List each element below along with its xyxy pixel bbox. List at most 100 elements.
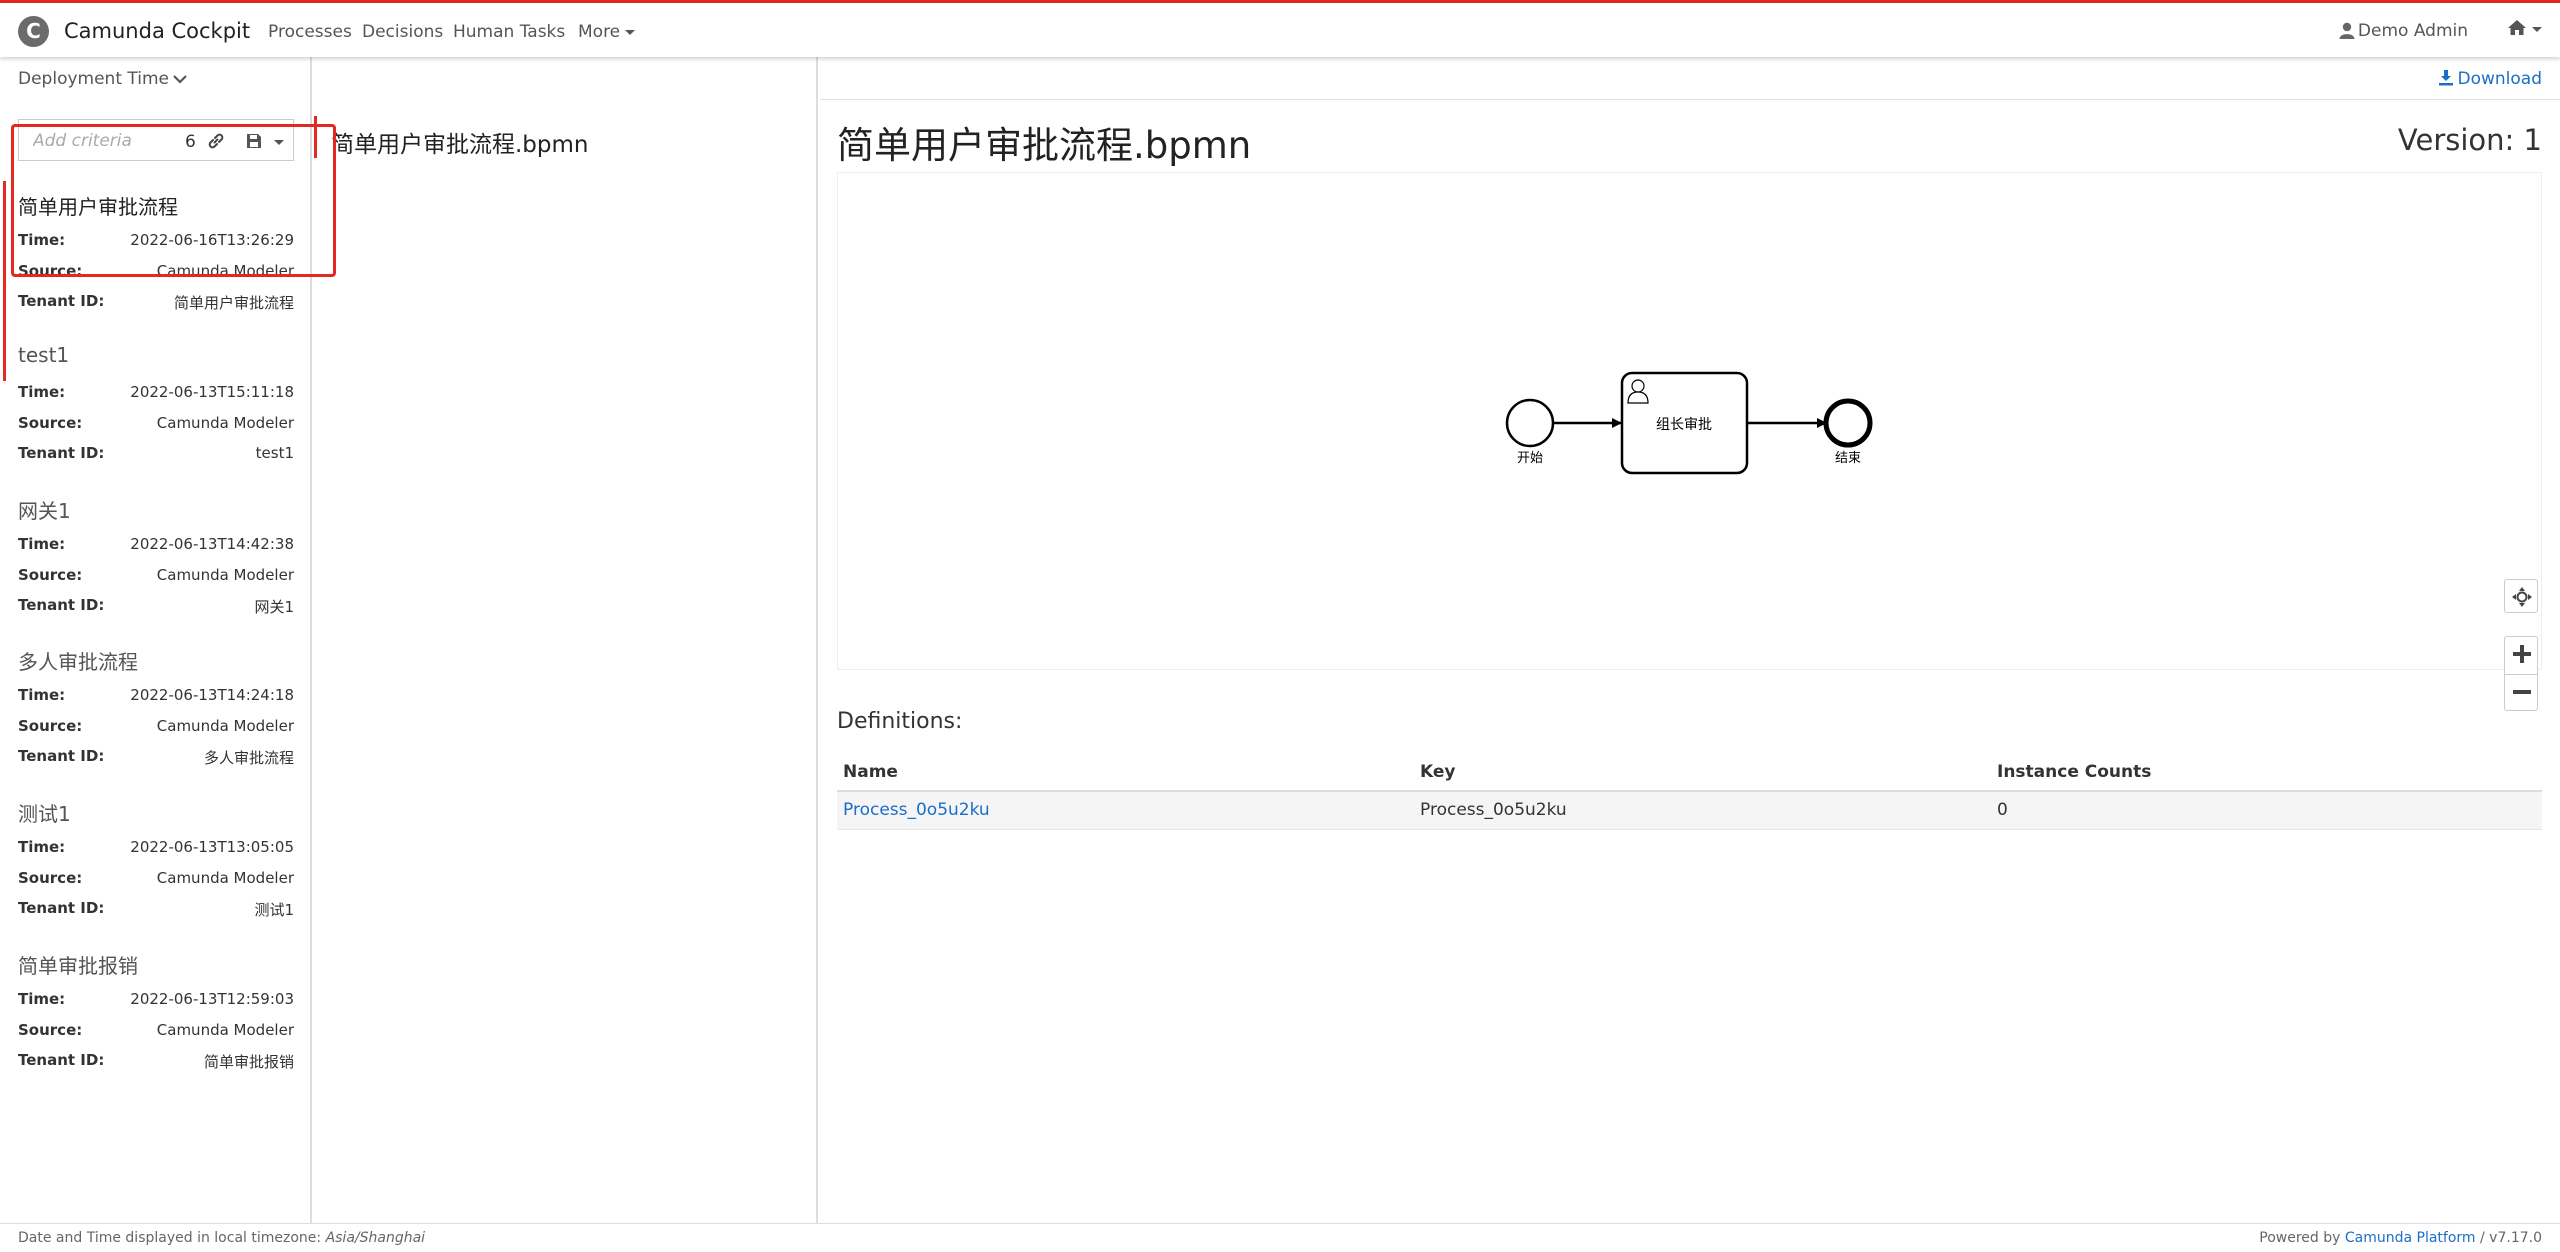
deployment-name: 网关1 [18,499,71,523]
deployment-source: Camunda Modeler [156,1021,294,1039]
download-icon [2439,70,2454,86]
deployment-tenant: 简单审批报销 [203,1053,294,1071]
sort-deployment-time[interactable]: Deployment Time [18,69,187,89]
nav-more-label: More [578,22,621,42]
deployment-time: 2022-06-13T13:05:05 [130,838,294,856]
deployment-item[interactable]: 网关1 Time: 2022-06-13T14:42:38 Source: Camu… [0,495,312,635]
time-label: Time: [18,383,66,401]
nav-processes[interactable]: Processes [268,22,352,42]
powered-by: Powered by Camunda Platform / v7.17.0 [2259,1230,2542,1246]
user-icon [2339,22,2355,39]
instance-count: 0 [1991,791,2542,830]
nav-human-tasks[interactable]: Human Tasks [453,22,565,42]
caret-down-icon [2532,26,2542,32]
start-event-label: 开始 [1517,451,1543,466]
tenant-label: Tenant ID: [18,444,105,462]
deployment-source: Camunda Modeler [156,566,294,584]
bpmn-canvas[interactable]: 开始 组长审批 结束 [838,173,2543,671]
top-navbar: C Camunda Cockpit Processes Decisions Hu… [0,3,2560,57]
deployment-time: 2022-06-13T15:11:18 [130,383,294,401]
caret-down-icon [625,29,636,35]
nav-decisions[interactable]: Decisions [362,22,443,42]
deployment-tenant: 多人审批流程 [203,749,294,767]
deployment-item[interactable]: test1 Time: 2022-06-13T15:11:18 Source: Ca… [0,343,312,483]
time-label: Time: [18,535,66,553]
sort-label: Deployment Time [18,69,169,89]
platform-version: / v7.17.0 [2475,1230,2542,1246]
source-label: Source: [18,717,83,735]
table-row: Process_0o5u2ku Process_0o5u2ku 0 [837,791,2542,830]
user-task-label: 组长审批 [1656,417,1712,433]
camunda-logo-icon[interactable]: C [18,16,49,47]
deployment-item[interactable]: 多人审批流程 Time: 2022-06-13T14:24:18 Source: C… [0,646,312,786]
deployment-name: test1 [18,343,70,367]
timezone-prefix: Date and Time displayed in local timezon… [18,1230,326,1246]
download-label: Download [2457,69,2542,89]
source-label: Source: [18,1021,83,1039]
deployment-tenant: test1 [255,444,294,462]
resource-title: 简单用户审批流程.bpmn [837,124,1252,167]
column-header-name[interactable]: Name [837,753,1414,792]
timezone-value: Asia/Shanghai [325,1230,426,1246]
selection-highlight-box [11,124,336,277]
home-menu[interactable] [2507,19,2542,39]
time-label: Time: [18,990,66,1008]
footer: Date and Time displayed in local timezon… [0,1223,2560,1252]
platform-link[interactable]: Camunda Platform [2345,1230,2476,1246]
column-header-instance-counts[interactable]: Instance Counts [1991,753,2542,792]
bpmn-diagram[interactable]: 开始 组长审批 结束 [837,172,2543,711]
definition-key: Process_0o5u2ku [1414,791,1991,830]
time-label: Time: [18,838,66,856]
divider [820,99,2560,100]
tenant-label: Tenant ID: [18,596,105,614]
source-label: Source: [18,869,83,887]
zoom-in-button[interactable] [2504,636,2538,674]
user-menu[interactable]: Demo Admin [2339,21,2468,41]
end-event-label: 结束 [1835,451,1861,466]
deployment-time: 2022-06-13T12:59:03 [130,990,294,1008]
definitions-heading: Definitions: [837,709,963,734]
user-name: Demo Admin [2357,21,2468,41]
download-link[interactable]: Download [2438,69,2542,89]
table-header-row: Name Key Instance Counts [837,753,2542,792]
deployment-item[interactable]: 简单审批报销 Time: 2022-06-13T12:59:03 Source: C… [0,950,312,1090]
version-label: Version: 1 [2397,123,2542,157]
definitions-table: Name Key Instance Counts Process_0o5u2ku… [837,753,2542,830]
deployment-source: Camunda Modeler [156,717,294,735]
tenant-label: Tenant ID: [18,292,105,310]
chevron-down-icon [173,75,187,84]
powered-prefix: Powered by [2259,1230,2345,1246]
timezone-note: Date and Time displayed in local timezon… [18,1230,425,1246]
deployment-time: 2022-06-13T14:42:38 [130,535,294,553]
deployment-source: Camunda Modeler [156,869,294,887]
home-icon [2508,20,2526,35]
time-label: Time: [18,686,66,704]
zoom-out-button[interactable] [2504,674,2538,711]
nav-more-dropdown[interactable]: More [578,22,636,42]
source-label: Source: [18,566,83,584]
deployment-tenant: 简单用户审批流程 [173,294,294,312]
resources-column: 简单用户审批流程.bpmn [314,57,818,1223]
tenant-label: Tenant ID: [18,899,105,917]
app-brand[interactable]: Camunda Cockpit [64,19,250,43]
source-label: Source: [18,414,83,432]
deployment-name: 多人审批流程 [18,650,138,674]
deployment-tenant: 网关1 [254,598,294,616]
deployment-item[interactable]: 测试1 Time: 2022-06-13T13:05:05 Source: Camu… [0,798,312,938]
crosshair-icon [2512,587,2532,607]
plus-icon [2513,645,2531,663]
deployment-time: 2022-06-13T14:24:18 [130,686,294,704]
minus-icon [2513,690,2531,694]
column-header-key[interactable]: Key [1414,753,1991,792]
resource-detail: Download 简单用户审批流程.bpmn Version: 1 开始 组长审… [820,57,2560,1223]
definition-name-link[interactable]: Process_0o5u2ku [837,791,1414,830]
deployment-source: Camunda Modeler [156,414,294,432]
tenant-label: Tenant ID: [18,747,105,765]
tenant-label: Tenant ID: [18,1051,105,1069]
deployment-name: 测试1 [18,802,71,826]
end-event[interactable] [1823,398,1873,448]
start-event[interactable] [1505,398,1555,448]
resource-item[interactable]: 简单用户审批流程.bpmn [331,125,589,159]
reset-zoom-button[interactable] [2504,579,2538,613]
deployment-tenant: 测试1 [254,901,294,919]
